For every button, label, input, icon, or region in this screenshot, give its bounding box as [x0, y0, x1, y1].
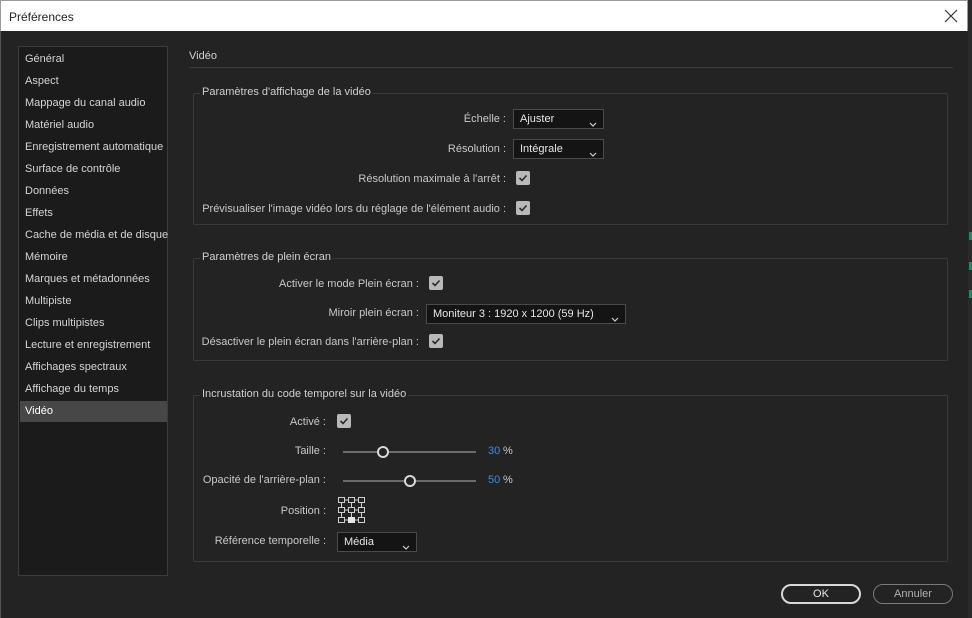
sidebar-item-auto-save[interactable]: Enregistrement automatique [20, 137, 167, 158]
sidebar-item-aspect[interactable]: Aspect [20, 71, 167, 92]
sidebar-item-memory[interactable]: Mémoire [20, 247, 167, 268]
scale-select[interactable]: Ajuster [513, 109, 604, 129]
chevron-down-icon [589, 146, 597, 157]
timecode-size-label: Taille : [294, 445, 326, 457]
sidebar-item-spectral-displays[interactable]: Affichages spectraux [20, 357, 167, 378]
sidebar-item-playback-recording[interactable]: Lecture et enregistrement [20, 335, 167, 356]
ok-button[interactable]: OK [781, 584, 861, 604]
resolution-label: Résolution : [447, 143, 506, 155]
sidebar-item-multitrack-clips[interactable]: Clips multipistes [20, 313, 167, 334]
title-divider [189, 67, 953, 68]
sidebar-item-general[interactable]: Général [20, 49, 167, 70]
resolution-value: Intégrale [520, 143, 563, 155]
max-resolution-paused-label: Résolution maximale à l'arrêt : [358, 173, 506, 185]
background-opacity-value[interactable]: 50 [488, 474, 500, 486]
fullscreen-mirror-select[interactable]: Moniteur 3 : 1920 x 1200 (59 Hz) [426, 304, 626, 324]
sidebar-item-video[interactable]: Vidéo [20, 401, 167, 422]
scale-value: Ajuster [520, 113, 555, 125]
sidebar-item-audio-channel-mapping[interactable]: Mappage du canal audio [20, 93, 167, 114]
time-reference-label: Référence temporelle : [214, 535, 326, 547]
video-display-settings-title: Paramètres d'affichage de la vidéo [200, 86, 373, 98]
timecode-position-grid[interactable] [337, 496, 367, 527]
timecode-position-label: Position : [280, 505, 326, 517]
disable-fullscreen-background-checkbox[interactable] [429, 334, 443, 348]
sidebar-item-media-disk-cache[interactable]: Cache de média et de disque [20, 225, 168, 246]
preferences-dialog: Général Aspect Mappage du canal audio Ma… [0, 31, 968, 618]
chevron-down-icon [402, 539, 410, 550]
cancel-button[interactable]: Annuler [873, 584, 953, 604]
check-icon [431, 279, 441, 287]
page-title: Vidéo [189, 50, 217, 62]
timecode-active-checkbox[interactable] [337, 414, 351, 428]
timecode-size-unit: % [503, 445, 513, 457]
scale-label: Échelle : [463, 113, 506, 125]
fullscreen-mirror-value: Moniteur 3 : 1920 x 1200 (59 Hz) [433, 308, 594, 320]
fullscreen-mirror-label: Miroir plein écran : [328, 307, 419, 319]
preview-video-audio-label: Prévisualiser l'image vidéo lors du régl… [202, 203, 506, 215]
title-bar: Préférences [0, 0, 968, 31]
sidebar-item-audio-hardware[interactable]: Matériel audio [20, 115, 167, 136]
background-window-edge [968, 0, 972, 618]
disable-fullscreen-background-label: Désactiver le plein écran dans l'arrière… [201, 336, 419, 348]
enable-fullscreen-checkbox[interactable] [429, 276, 443, 290]
enable-fullscreen-label: Activer le mode Plein écran : [278, 278, 419, 290]
sidebar-item-data[interactable]: Données [20, 181, 167, 202]
background-opacity-label: Opacité de l'arrière-plan : [202, 474, 326, 486]
sidebar-item-effects[interactable]: Effets [20, 203, 167, 224]
time-reference-value: Média [344, 536, 374, 548]
preferences-category-list[interactable]: Général Aspect Mappage du canal audio Ma… [18, 46, 168, 576]
sidebar-item-markers-metadata[interactable]: Marques et métadonnées [20, 269, 167, 290]
check-icon [431, 337, 441, 345]
sidebar-item-multitrack[interactable]: Multipiste [20, 291, 167, 312]
timecode-size-slider[interactable] [343, 451, 476, 453]
background-opacity-slider-thumb[interactable] [403, 475, 416, 487]
timecode-size-slider-thumb[interactable] [376, 446, 389, 458]
timecode-overlay-title: Incrustation du code temporel sur la vid… [200, 388, 409, 400]
max-resolution-paused-checkbox[interactable] [516, 171, 530, 185]
sidebar-item-time-display[interactable]: Affichage du temps [20, 379, 167, 400]
background-opacity-unit: % [503, 474, 513, 486]
chevron-down-icon [611, 311, 619, 322]
fullscreen-settings-title: Paramètres de plein écran [200, 251, 334, 263]
sidebar-item-control-surface[interactable]: Surface de contrôle [20, 159, 167, 180]
timecode-size-value[interactable]: 30 [488, 445, 500, 457]
chevron-down-icon [589, 116, 597, 127]
window-title: Préférences [9, 10, 74, 24]
close-icon[interactable] [941, 6, 961, 26]
check-icon [339, 417, 349, 425]
timecode-active-label: Activé : [289, 416, 326, 428]
preview-video-audio-checkbox[interactable] [516, 201, 530, 215]
check-icon [518, 204, 528, 212]
resolution-select[interactable]: Intégrale [513, 139, 604, 159]
check-icon [518, 174, 528, 182]
time-reference-select[interactable]: Média [337, 532, 417, 552]
